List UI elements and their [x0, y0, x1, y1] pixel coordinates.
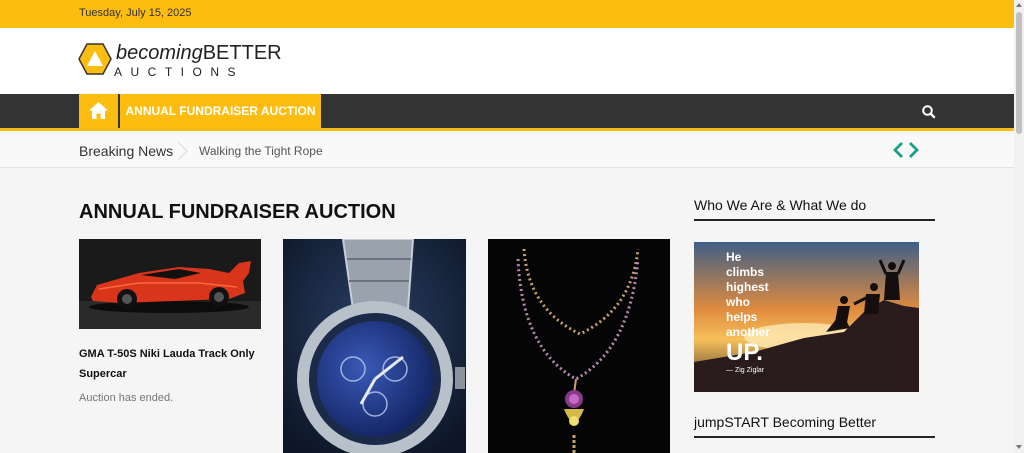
nav-item-annual-fundraiser[interactable]: ANNUAL FUNDRAISER AUCTION [120, 94, 321, 128]
auction-title-line1[interactable]: GMA T-50S Niki Lauda Track Only [79, 344, 255, 364]
scrollbar-thumb[interactable] [1016, 12, 1022, 134]
quote-text: He climbs highest who helps another UP. … [726, 250, 770, 375]
top-bar: Tuesday, July 15, 2025 [0, 0, 1014, 28]
chevron-left-icon[interactable] [891, 140, 905, 160]
quote-author: — Zig Ziglar [726, 367, 765, 374]
quote-line: who [726, 295, 750, 309]
auction-title-line2[interactable]: Supercar [79, 364, 127, 384]
watch-image[interactable] [283, 239, 466, 453]
current-date: Tuesday, July 15, 2025 [79, 7, 192, 19]
page-scrollbar[interactable] [1014, 0, 1024, 453]
quote-line: He [726, 250, 742, 264]
auction-card [488, 239, 670, 453]
section-title: ANNUAL FUNDRAISER AUCTION [79, 201, 396, 223]
home-icon [89, 102, 108, 119]
quote-line: highest [726, 280, 769, 294]
logo-word-auctions: AUCTIONS [114, 65, 245, 79]
quote-line: climbs [726, 265, 765, 279]
site-header: becomingBETTER AUCTIONS [0, 28, 1014, 94]
logo-word-becoming: becoming [116, 42, 203, 64]
quote-emphasis: UP. [726, 339, 763, 366]
main-navigation: ANNUAL FUNDRAISER AUCTION [0, 94, 1014, 131]
sidebar-divider [694, 219, 935, 221]
breaking-news-bar: Breaking News Walking the Tight Rope [0, 134, 1014, 168]
chevron-right-divider-icon [177, 141, 188, 161]
home-button[interactable] [79, 94, 118, 128]
sidebar-widget-title: jumpSTART Becoming Better [694, 414, 877, 430]
logo-word-better: BETTER [202, 42, 282, 64]
necklace-image[interactable] [488, 239, 670, 453]
quote-image[interactable]: He climbs highest who helps another UP. … [694, 242, 919, 392]
auction-card [283, 239, 466, 453]
ticker-controls [891, 140, 921, 160]
search-icon[interactable] [921, 104, 937, 120]
sidebar-widget-title: Who We Are & What We do [694, 197, 867, 213]
scroll-down-arrow-icon[interactable] [1016, 445, 1022, 449]
breaking-news-label: Breaking News [79, 143, 174, 159]
breaking-news-item[interactable]: Walking the Tight Rope [199, 144, 323, 158]
scroll-up-arrow-icon[interactable] [1016, 3, 1022, 7]
auction-status: Auction has ended. [79, 392, 174, 404]
sidebar-divider [694, 436, 935, 438]
quote-line: another [726, 325, 771, 339]
chevron-right-icon[interactable] [907, 140, 921, 160]
site-logo[interactable]: becomingBETTER AUCTIONS [78, 42, 282, 82]
logo-text-primary: becomingBETTER [116, 42, 282, 65]
quote-line: helps [726, 310, 758, 324]
logo-hexagon-icon [78, 43, 112, 75]
supercar-image[interactable] [79, 239, 261, 329]
